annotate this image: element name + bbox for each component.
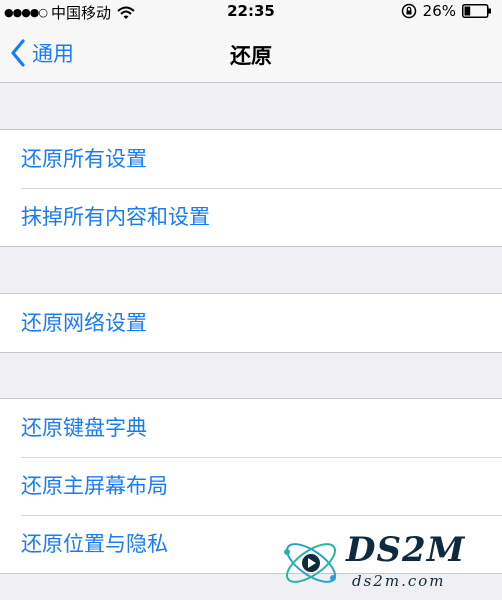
erase-all-content-button[interactable]: 抹掉所有内容和设置 — [0, 188, 502, 246]
watermark-subtext: ds2m.com — [352, 572, 446, 590]
reset-group-2: 还原网络设置 — [0, 293, 502, 353]
reset-home-screen-layout-button[interactable]: 还原主屏幕布局 — [0, 457, 502, 515]
page-title: 还原 — [230, 44, 272, 68]
status-right: 26% — [401, 2, 492, 20]
rotation-lock-icon — [401, 3, 416, 19]
status-bar: ●●●●○ 中国移动 22:35 26% — [0, 0, 502, 24]
navigation-bar: 通用 还原 — [0, 24, 502, 83]
battery-icon — [462, 4, 491, 18]
reset-network-settings-button[interactable]: 还原网络设置 — [0, 294, 502, 352]
reset-all-settings-button[interactable]: 还原所有设置 — [0, 130, 502, 188]
reset-group-1: 还原所有设置 抹掉所有内容和设置 — [0, 129, 502, 247]
atom-logo-icon — [284, 543, 336, 583]
watermark-text: DS2M — [346, 530, 466, 570]
watermark: DS2M ds2m.com — [268, 526, 502, 600]
reset-keyboard-dictionary-button[interactable]: 还原键盘字典 — [0, 399, 502, 457]
battery-percent: 26% — [422, 2, 456, 20]
